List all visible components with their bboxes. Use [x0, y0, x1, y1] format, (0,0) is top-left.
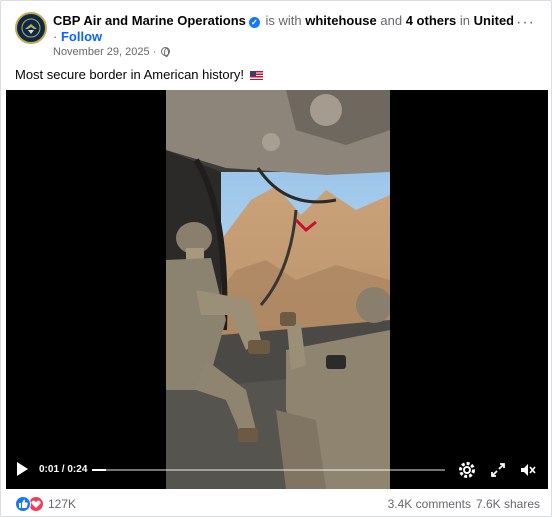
globe-icon — [161, 47, 171, 57]
post-caption: Most secure border in American history! — [15, 67, 263, 83]
location-link[interactable]: United States... — [474, 13, 513, 28]
caption-text: Most secure border in American history! — [15, 67, 245, 82]
date-separator: · — [152, 46, 157, 58]
page-avatar[interactable] — [15, 12, 47, 44]
and-text: and — [380, 13, 403, 28]
post-date-link[interactable]: November 29, 2025 — [53, 46, 150, 58]
post-author-line: CBP Air and Marine Operations ✓ is with w… — [53, 13, 513, 29]
play-icon[interactable] — [17, 462, 28, 476]
tagged-whitehouse-link[interactable]: whitehouse — [305, 13, 377, 28]
shares-count[interactable]: 7.6K shares — [476, 497, 540, 511]
fullscreen-icon[interactable] — [489, 461, 507, 479]
comments-count[interactable]: 3.4K comments — [388, 497, 471, 511]
progress-bar[interactable] — [92, 469, 445, 471]
in-text: in — [459, 13, 471, 28]
video-time: 0:01 / 0:24 — [39, 463, 87, 477]
more-options-icon[interactable]: ··· — [516, 15, 535, 31]
cbp-seal-icon — [18, 15, 44, 41]
post-meta: November 29, 2025 · — [53, 45, 171, 59]
with-text: is with — [265, 13, 302, 28]
page-name-link[interactable]: CBP Air and Marine Operations — [53, 13, 246, 28]
settings-icon[interactable] — [458, 461, 476, 479]
reaction-count[interactable]: 127K — [48, 497, 76, 511]
verified-badge-icon: ✓ — [248, 17, 260, 28]
facebook-post: CBP Air and Marine Operations ✓ is with w… — [0, 0, 552, 517]
post-stats: 127K 3.4K comments 7.6K shares — [1, 493, 552, 515]
follow-separator: · — [53, 29, 58, 44]
video-player[interactable]: 0:01 / 0:24 — [6, 90, 548, 489]
progress-fill — [92, 469, 107, 471]
like-icon[interactable] — [15, 496, 31, 512]
video-frame — [166, 90, 390, 489]
duration: 0:24 — [67, 464, 88, 475]
video-controls: 0:01 / 0:24 — [6, 451, 548, 489]
tagged-others-link[interactable]: 4 others — [406, 13, 457, 28]
follow-button[interactable]: Follow — [61, 29, 102, 44]
volume-muted-icon[interactable] — [519, 461, 537, 479]
video-still-image — [166, 90, 390, 489]
current-time: 0:01 — [39, 464, 60, 475]
us-flag-icon — [249, 71, 263, 80]
follow-line: · Follow — [53, 29, 102, 45]
